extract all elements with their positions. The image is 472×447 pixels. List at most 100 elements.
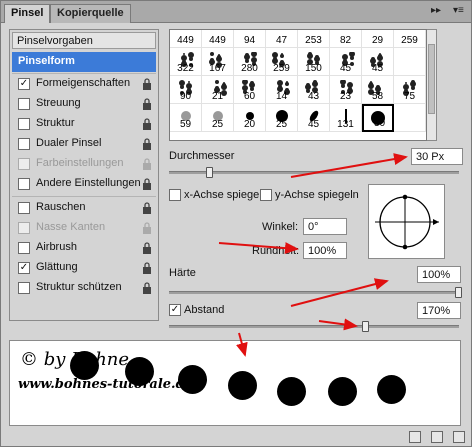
hardness-slider-track[interactable] [169, 291, 459, 294]
checkbox[interactable] [18, 282, 30, 294]
flip-y-checkbox[interactable] [260, 189, 272, 201]
checkbox[interactable] [18, 202, 30, 214]
flip-y-label: y-Achse spiegeln [275, 189, 359, 201]
brush-tip-cell[interactable]: 259 [266, 48, 298, 76]
toggle-visibility-icon[interactable] [409, 431, 421, 443]
left-item-struktur-schuetzen[interactable]: Struktur schützen [12, 278, 156, 298]
brush-tip-cell[interactable]: 150 [298, 48, 330, 76]
brush-tip-size: 21 [211, 91, 224, 102]
brush-tip-cell[interactable]: 60 [234, 76, 266, 104]
new-preset-icon[interactable] [431, 431, 443, 443]
delete-icon[interactable] [453, 431, 465, 443]
lock-icon[interactable] [142, 242, 152, 254]
spacing-field[interactable]: 170% [417, 302, 461, 319]
lock-icon[interactable] [142, 202, 152, 214]
panel-collapse-icon[interactable]: ▸▸ [431, 5, 441, 16]
brush-tip-cell[interactable]: 59 [170, 104, 202, 132]
preview-dot [277, 377, 306, 406]
brush-tip-cell[interactable]: 23 [330, 76, 362, 104]
checkbox[interactable] [18, 98, 30, 110]
roundness-field[interactable]: 100% [303, 242, 347, 259]
hardness-field[interactable]: 100% [417, 266, 461, 283]
flip-x-checkbox[interactable] [169, 189, 181, 201]
brush-tip-cell[interactable]: 75 [394, 76, 426, 104]
brush-tip-grid: 449 449 94 47 253 82 29 259 322 167 280 259 150 45 45 9… [169, 29, 427, 141]
brush-tip-cell[interactable]: 449 [170, 30, 202, 48]
brush-tip-cell[interactable]: 25 [266, 104, 298, 132]
brush-tip-cell[interactable]: 58 [362, 76, 394, 104]
tab-pinsel[interactable]: Pinsel [4, 4, 51, 23]
brush-tip-cell[interactable] [394, 104, 426, 132]
tab-kopierquelle[interactable]: Kopierquelle [50, 4, 131, 23]
left-item-farbeinstellungen[interactable]: Farbeinstellungen [12, 154, 156, 174]
left-item-rauschen[interactable]: Rauschen [12, 198, 156, 218]
brush-tip-cell[interactable]: 14 [266, 76, 298, 104]
brush-tip-cell[interactable]: 45 [298, 104, 330, 132]
panel-menu-icon[interactable]: ▾≡ [453, 5, 464, 16]
brush-tip-cell[interactable]: 45 [362, 48, 394, 76]
lock-icon[interactable] [142, 98, 152, 110]
lock-icon[interactable] [142, 138, 152, 150]
brush-tip-cell[interactable]: 90 [170, 76, 202, 104]
brush-tip-cell[interactable]: 45 [330, 48, 362, 76]
brush-tip-cell[interactable]: 47 [266, 30, 298, 48]
spacing-slider-knob[interactable] [362, 321, 369, 332]
brush-tip-cell[interactable]: 131 [330, 104, 362, 132]
diameter-slider-knob[interactable] [206, 167, 213, 178]
brush-tip-cell[interactable]: 449 [202, 30, 234, 48]
lock-icon[interactable] [142, 282, 152, 294]
lock-icon[interactable] [142, 178, 152, 190]
left-item-label: Glättung [36, 261, 78, 273]
left-item-glaettung[interactable]: ✓ Glättung [12, 258, 156, 278]
preview-dot [228, 371, 257, 400]
angle-field[interactable]: 0° [303, 218, 347, 235]
lock-icon[interactable] [142, 262, 152, 274]
checkbox[interactable] [18, 242, 30, 254]
lock-icon[interactable] [142, 222, 152, 234]
brush-tip-size: 25 [211, 119, 224, 130]
lock-icon[interactable] [142, 78, 152, 90]
brush-tip-cell[interactable] [394, 48, 426, 76]
lock-icon[interactable] [142, 118, 152, 130]
brush-tip-cell[interactable]: 259 [394, 30, 426, 48]
checkbox[interactable] [18, 118, 30, 130]
angle-roundness-icon [375, 194, 439, 250]
hardness-slider-knob[interactable] [455, 287, 462, 298]
left-item-formeigenschaften[interactable]: ✓ Formeigenschaften [12, 74, 156, 94]
brush-tip-cell[interactable]: 25 [202, 104, 234, 132]
scrollbar-thumb[interactable] [428, 44, 435, 114]
lock-icon[interactable] [142, 158, 152, 170]
brush-tip-size: 94 [243, 35, 256, 46]
brush-tip-cell[interactable]: 280 [234, 48, 266, 76]
brush-tip-cell[interactable]: 20 [234, 104, 266, 132]
checkbox[interactable]: ✓ [18, 262, 30, 274]
brush-tip-cell[interactable]: 322 [170, 48, 202, 76]
brush-tip-cell[interactable]: 253 [298, 30, 330, 48]
left-item-struktur[interactable]: Struktur [12, 114, 156, 134]
brush-presets-button[interactable]: Pinselvorgaben [12, 32, 156, 49]
checkbox[interactable]: ✓ [18, 78, 30, 90]
brush-grid-scrollbar[interactable] [427, 29, 437, 141]
spacing-slider-track[interactable] [169, 325, 459, 328]
brush-tip-cell[interactable]: 29 [362, 30, 394, 48]
brush-tip-cell[interactable]: 167 [202, 48, 234, 76]
checkbox[interactable] [18, 158, 30, 170]
checkbox[interactable] [18, 222, 30, 234]
brush-tip-cell[interactable]: 21 [202, 76, 234, 104]
brush-tip-cell[interactable]: 94 [234, 30, 266, 48]
brush-tip-cell[interactable]: 30 [362, 104, 394, 132]
left-item-dualer-pinsel[interactable]: Dualer Pinsel [12, 134, 156, 154]
left-item-nasse-kanten[interactable]: Nasse Kanten [12, 218, 156, 238]
left-item-airbrush[interactable]: Airbrush [12, 238, 156, 258]
checkbox[interactable] [18, 138, 30, 150]
spacing-checkbox[interactable]: ✓ [169, 304, 181, 316]
angle-roundness-widget[interactable] [368, 184, 445, 259]
left-item-streuung[interactable]: Streuung [12, 94, 156, 114]
brush-tip-size: 43 [307, 91, 320, 102]
diameter-field[interactable]: 30 Px [411, 148, 463, 165]
brush-tip-cell[interactable]: 82 [330, 30, 362, 48]
left-item-andere-einstellungen[interactable]: Andere Einstellungen [12, 174, 156, 194]
checkbox[interactable] [18, 178, 30, 190]
brush-tip-cell[interactable]: 43 [298, 76, 330, 104]
left-item-pinselform[interactable]: Pinselform [12, 52, 156, 72]
